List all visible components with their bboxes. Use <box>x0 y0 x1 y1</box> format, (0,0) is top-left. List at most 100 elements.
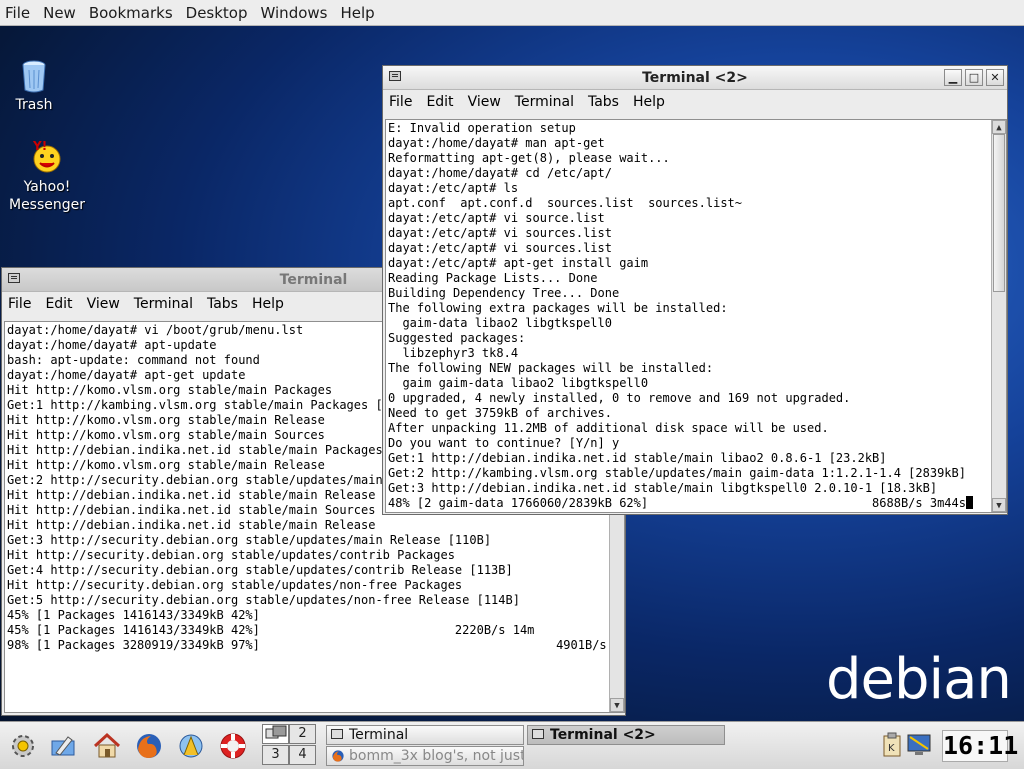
menu-tabs[interactable]: Tabs <box>588 94 619 110</box>
terminal-output-front[interactable]: E: Invalid operation setup dayat:/home/d… <box>385 119 1007 513</box>
terminal-line: Get:4 http://security.debian.org stable/… <box>7 563 513 577</box>
menu-file[interactable]: File <box>0 4 39 22</box>
titlebar-front[interactable]: Terminal <2> ▁ □ ✕ <box>383 66 1007 90</box>
clipboard-icon: K <box>883 732 901 757</box>
terminal-line: Get:3 http://debian.indika.net.id stable… <box>388 481 938 495</box>
terminal-line: Do you want to continue? [Y/n] y <box>388 436 620 450</box>
show-desktop-icon <box>51 736 75 756</box>
terminal-line: The following extra packages will be ins… <box>388 301 728 315</box>
close-button[interactable]: ✕ <box>986 69 1004 86</box>
menu-desktop[interactable]: Desktop <box>182 4 257 22</box>
terminal-line: Get:3 http://security.debian.org stable/… <box>7 533 492 547</box>
firefox-launcher[interactable] <box>132 729 166 763</box>
taskbar-button-terminal[interactable]: Terminal <box>326 725 524 745</box>
minimize-button[interactable]: ▁ <box>944 69 962 86</box>
terminal-line: Building Dependency Tree... Done <box>388 286 620 300</box>
desktop-icon-yahoo-messenger[interactable]: Y! Yahoo! Messenger <box>2 140 92 214</box>
terminal-line: Need to get 3759kB of archives. <box>388 406 612 420</box>
menu-view[interactable]: View <box>87 296 120 312</box>
terminal-line-last: 48% [2 gaim-data 1766060/2839kB 62%] 868… <box>388 496 1006 511</box>
clock[interactable]: 16:11 <box>942 730 1018 762</box>
desktop-icon-trash[interactable]: Trash <box>8 60 60 114</box>
trash-label: Trash <box>15 97 53 113</box>
pager-desktop-4[interactable]: 4 <box>289 745 316 765</box>
terminal-line: dayat:/etc/apt# vi sources.list <box>388 226 612 240</box>
help-launcher[interactable] <box>216 729 250 763</box>
window-title: Terminal <2> <box>642 69 748 86</box>
desktop-preview-icon <box>265 725 286 739</box>
terminal-line-last: 98% [1 Packages 3280919/3349kB 97%] 4901… <box>7 638 624 653</box>
svg-text:K: K <box>888 743 895 754</box>
terminal-line: The following NEW packages will be insta… <box>388 361 714 375</box>
menu-file[interactable]: File <box>389 94 412 110</box>
taskbar-button-terminal-2[interactable]: Terminal <2> <box>527 725 725 745</box>
task-label: bomm_3x blog's, not just <box>349 748 524 764</box>
window-title: Terminal <box>279 271 348 288</box>
scrollbar-front[interactable]: ▲ ▼ <box>991 120 1006 512</box>
terminal-line: Reformatting apt-get(8), please wait... <box>388 151 670 165</box>
scroll-up-arrow[interactable]: ▲ <box>992 120 1006 134</box>
taskbar: 2 3 4 Terminal Terminal <2> bomm_3x blog… <box>0 721 1024 769</box>
menu-help[interactable]: Help <box>633 94 665 110</box>
kde-menu-launcher[interactable] <box>6 729 40 763</box>
terminal-line: dayat:/etc/apt# ls <box>388 181 519 195</box>
menu-bookmarks[interactable]: Bookmarks <box>85 4 182 22</box>
gear-icon <box>12 735 34 757</box>
yahoo-label-line1: Yahoo! <box>23 179 71 195</box>
text-cursor <box>965 496 973 509</box>
terminal-line: Hit http://security.debian.org stable/up… <box>7 578 463 592</box>
menu-help[interactable]: Help <box>336 4 383 22</box>
svg-text:Y!: Y! <box>32 140 47 153</box>
terminal-line: gaim gaim-data libao2 libgtkspell0 <box>388 376 649 390</box>
desktop-launcher[interactable] <box>46 729 80 763</box>
scrollbar-thumb[interactable] <box>993 134 1005 292</box>
konqueror-icon <box>179 734 203 758</box>
terminal-window-icon <box>389 71 401 81</box>
terminal-line: dayat:/home/dayat# man apt-get <box>388 136 605 150</box>
terminal-line: dayat:/etc/apt# vi source.list <box>388 211 605 225</box>
menu-new[interactable]: New <box>39 4 85 22</box>
pager-desktop-2[interactable]: 2 <box>289 724 316 744</box>
terminal-line: Hit http://security.debian.org stable/up… <box>7 548 455 562</box>
scroll-down-arrow[interactable]: ▼ <box>992 498 1006 512</box>
window-controls: ▁ □ ✕ <box>944 69 1004 86</box>
monitor-tray[interactable] <box>904 730 934 760</box>
desktop-pager: 2 3 4 <box>262 724 318 766</box>
task-label: Terminal <2> <box>550 727 656 743</box>
top-menubar: File New Bookmarks Desktop Windows Help <box>0 0 1024 26</box>
terminal-line: dayat:/home/dayat# cd /etc/apt/ <box>388 166 612 180</box>
terminal-line: Hit http://debian.indika.net.id stable/m… <box>7 518 376 532</box>
menu-windows[interactable]: Windows <box>257 4 337 22</box>
maximize-button[interactable]: □ <box>965 69 983 86</box>
home-icon <box>93 732 121 758</box>
terminal-line-text: 98% [1 Packages 3280919/3349kB 97%] 4901… <box>7 638 625 652</box>
klipper-tray[interactable]: K <box>880 730 904 760</box>
terminal-line: E: Invalid operation setup <box>388 121 576 135</box>
firefox-icon <box>137 734 161 758</box>
menu-help[interactable]: Help <box>252 296 284 312</box>
trash-icon <box>22 60 46 93</box>
terminal-line: Suggested packages: <box>388 331 526 345</box>
lifebuoy-icon <box>220 733 246 759</box>
menu-tabs[interactable]: Tabs <box>207 296 238 312</box>
terminal-window-icon <box>8 273 20 283</box>
terminal-line: dayat:/etc/apt# apt-get install gaim <box>388 256 649 270</box>
menu-terminal[interactable]: Terminal <box>134 296 193 312</box>
menu-edit[interactable]: Edit <box>45 296 72 312</box>
scroll-down-arrow[interactable]: ▼ <box>610 698 624 712</box>
menu-terminal[interactable]: Terminal <box>515 94 574 110</box>
taskbar-button-firefox[interactable]: bomm_3x blog's, not just <box>326 746 524 766</box>
pager-desktop-3[interactable]: 3 <box>262 745 289 765</box>
terminal-line: 45% [1 Packages 1416143/3349kB 42%] 2220… <box>7 623 535 637</box>
terminal-line: 45% [1 Packages 1416143/3349kB 42%] <box>7 608 260 622</box>
pager-desktop-1[interactable] <box>262 724 289 744</box>
konqueror-launcher[interactable] <box>174 729 208 763</box>
menu-file[interactable]: File <box>8 296 31 312</box>
terminal-line: Reading Package Lists... Done <box>388 271 598 285</box>
menu-edit[interactable]: Edit <box>426 94 453 110</box>
monitor-icon <box>907 734 931 755</box>
terminal-line-text: 48% [2 gaim-data 1766060/2839kB 62%] 868… <box>388 496 966 510</box>
menu-view[interactable]: View <box>468 94 501 110</box>
home-launcher[interactable] <box>90 729 124 763</box>
terminal-window-front[interactable]: Terminal <2> ▁ □ ✕ File Edit View Termin… <box>382 65 1008 515</box>
